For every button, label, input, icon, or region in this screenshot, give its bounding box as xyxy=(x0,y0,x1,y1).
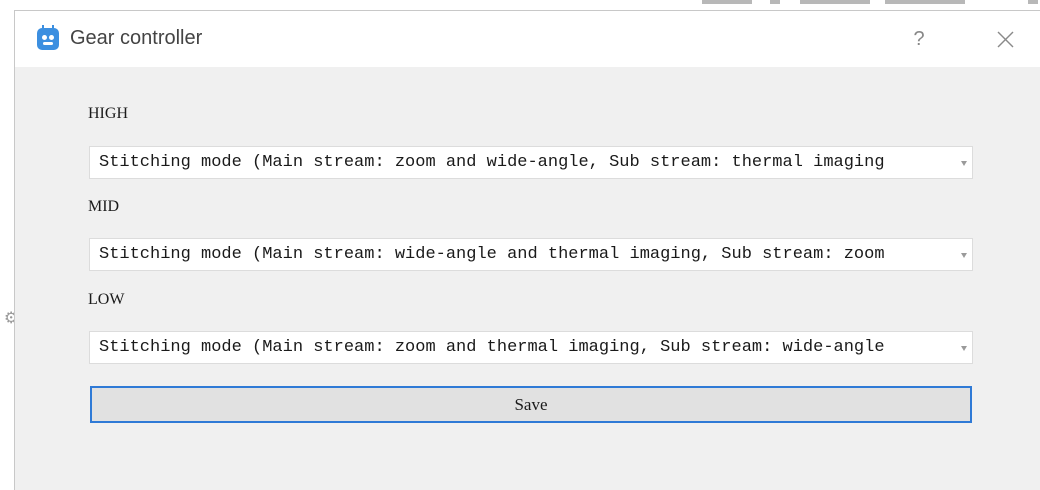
save-button[interactable]: Save xyxy=(90,386,972,423)
high-mode-select[interactable]: Stitching mode (Main stream: zoom and wi… xyxy=(89,146,973,179)
help-button[interactable]: ? xyxy=(905,25,933,53)
mid-mode-value: Stitching mode (Main stream: wide-angle … xyxy=(99,245,885,264)
background-window-text xyxy=(700,0,1040,8)
chevron-down-icon xyxy=(961,253,967,258)
close-icon xyxy=(997,31,1014,48)
chevron-down-icon xyxy=(961,161,967,166)
high-label: HIGH xyxy=(88,105,128,122)
background-window-edge: ⚙ xyxy=(0,0,18,490)
mid-mode-select[interactable]: Stitching mode (Main stream: wide-angle … xyxy=(89,238,973,271)
low-mode-value: Stitching mode (Main stream: zoom and th… xyxy=(99,338,885,357)
help-icon: ? xyxy=(913,28,925,50)
title-bar: Gear controller ? xyxy=(15,11,1040,67)
high-mode-value: Stitching mode (Main stream: zoom and wi… xyxy=(99,153,885,172)
gear-controller-dialog: Gear controller ? HIGH Stitching mode (M… xyxy=(14,10,1040,490)
low-mode-select[interactable]: Stitching mode (Main stream: zoom and th… xyxy=(89,331,973,364)
window-title: Gear controller xyxy=(70,27,203,49)
mid-label: MID xyxy=(88,198,120,215)
chevron-down-icon xyxy=(961,346,967,351)
close-button[interactable] xyxy=(991,25,1021,55)
low-label: LOW xyxy=(88,291,125,308)
robot-face-icon xyxy=(37,25,59,50)
